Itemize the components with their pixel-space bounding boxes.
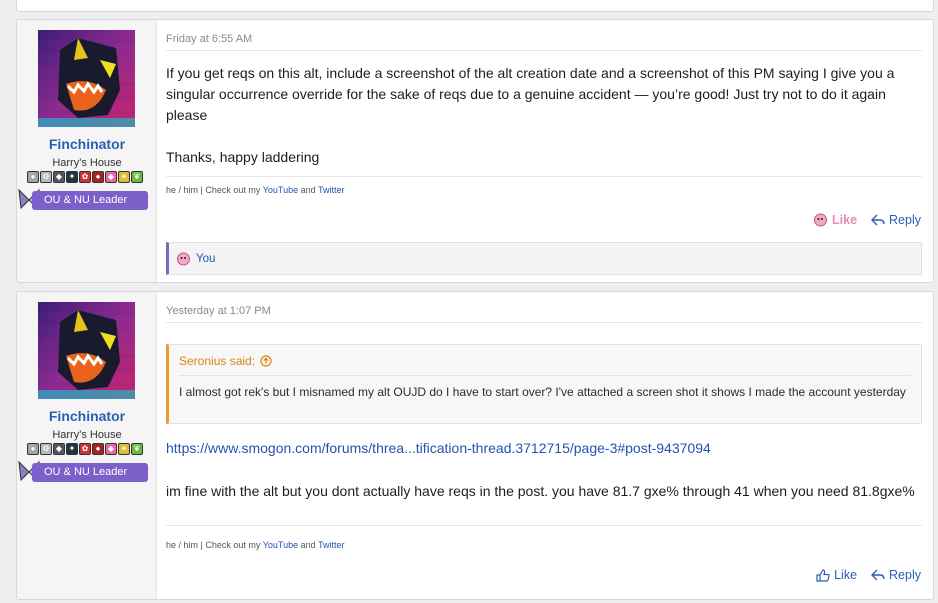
post-actions: Like Reply xyxy=(816,568,921,582)
quote-text: I almost got rek's but I misnamed my alt… xyxy=(179,385,906,399)
gear-icon: ⚙ xyxy=(40,443,52,455)
pokeball-icon: ● xyxy=(27,443,39,455)
username[interactable]: Finchinator xyxy=(17,136,157,152)
reply-arrow-icon xyxy=(871,569,885,581)
username[interactable]: Finchinator xyxy=(17,408,157,424)
signature-divider xyxy=(166,525,922,526)
avatar[interactable] xyxy=(38,30,135,127)
leaf-icon: ❦ xyxy=(131,171,143,183)
signature-text: he / him | Check out my xyxy=(166,185,263,195)
quote-author: Seronius said: xyxy=(179,354,256,368)
message-content: Yesterday at 1:07 PM Seronius said: I al… xyxy=(157,292,933,599)
sun-icon: ☀ xyxy=(118,443,130,455)
post: Finchinator Harry's House ● ⚙ ◆ ✦ ✿ ● ◆ … xyxy=(16,19,934,283)
thumbs-up-icon xyxy=(816,568,830,582)
bug-icon: ● xyxy=(92,171,104,183)
previous-post-edge xyxy=(16,0,934,12)
mask-icon: ◆ xyxy=(53,171,65,183)
avatar[interactable] xyxy=(38,302,135,399)
bug-icon: ● xyxy=(92,443,104,455)
user-info: Finchinator Harry's House ● ⚙ ◆ ✦ ✿ ● ◆ … xyxy=(17,292,157,599)
youtube-link[interactable]: YouTube xyxy=(263,540,298,550)
user-banner: OU & NU Leader xyxy=(32,463,148,482)
message-content: Friday at 6:55 AM If you get reqs on thi… xyxy=(157,20,933,282)
arrow-up-circle-icon xyxy=(260,355,272,367)
badge-row: ● ⚙ ◆ ✦ ✿ ● ◆ ☀ ❦ xyxy=(27,443,143,457)
signature-text: he / him | Check out my xyxy=(166,540,263,550)
twitter-link[interactable]: Twitter xyxy=(318,185,345,195)
gem-icon: ◆ xyxy=(105,443,117,455)
gear-icon: ⚙ xyxy=(40,171,52,183)
sun-icon: ☀ xyxy=(118,171,130,183)
signature-text: and xyxy=(298,185,318,195)
signature: he / him | Check out my YouTube and Twit… xyxy=(166,185,344,195)
post-date[interactable]: Yesterday at 1:07 PM xyxy=(166,305,271,317)
rose-icon: ✿ xyxy=(79,443,91,455)
sprite-icon: ✦ xyxy=(66,443,78,455)
like-label: Like xyxy=(832,213,858,227)
post-body-paragraph: If you get reqs on this alt, include a s… xyxy=(166,65,895,123)
quote-block: Seronius said: I almost got rek's but I … xyxy=(166,344,922,424)
rose-icon: ✿ xyxy=(79,171,91,183)
reactions-bar[interactable]: You xyxy=(166,242,922,275)
user-title: Harry's House xyxy=(52,429,122,441)
user-info: Finchinator Harry's House ● ⚙ ◆ ✦ ✿ ● ◆ … xyxy=(17,20,157,282)
like-button[interactable]: Like xyxy=(813,213,857,227)
like-button[interactable]: Like xyxy=(816,568,857,582)
reply-button[interactable]: Reply xyxy=(871,568,921,582)
leaf-icon: ❦ xyxy=(131,443,143,455)
twitter-link[interactable]: Twitter xyxy=(318,540,345,550)
kirby-reaction-icon xyxy=(177,252,190,265)
post-body-paragraph: im fine with the alt but you dont actual… xyxy=(166,483,915,499)
reply-arrow-icon xyxy=(871,214,885,226)
reply-label: Reply xyxy=(889,568,921,582)
reply-button[interactable]: Reply xyxy=(871,213,921,227)
youtube-link[interactable]: YouTube xyxy=(263,185,298,195)
user-title: Harry's House xyxy=(52,157,122,169)
kirby-like-icon xyxy=(814,213,828,227)
post-date[interactable]: Friday at 6:55 AM xyxy=(166,33,252,45)
quote-author-link[interactable]: Seronius said: xyxy=(179,354,272,368)
reaction-user[interactable]: You xyxy=(196,253,215,265)
user-banner: OU & NU Leader xyxy=(32,191,148,210)
divider xyxy=(166,50,922,51)
post-actions: Like Reply xyxy=(813,213,921,227)
like-label: Like xyxy=(834,568,858,582)
gem-icon: ◆ xyxy=(105,171,117,183)
divider xyxy=(179,375,911,376)
post-body-paragraph: Thanks, happy laddering xyxy=(166,149,320,165)
signature-text: and xyxy=(298,540,318,550)
signature-divider xyxy=(166,176,922,177)
post-link[interactable]: https://www.smogon.com/forums/threa...ti… xyxy=(166,438,915,459)
mask-icon: ◆ xyxy=(53,443,65,455)
signature: he / him | Check out my YouTube and Twit… xyxy=(166,540,344,550)
pokeball-icon: ● xyxy=(27,171,39,183)
reply-label: Reply xyxy=(889,213,921,227)
post: Finchinator Harry's House ● ⚙ ◆ ✦ ✿ ● ◆ … xyxy=(16,291,934,600)
badge-row: ● ⚙ ◆ ✦ ✿ ● ◆ ☀ ❦ xyxy=(27,171,143,185)
divider xyxy=(166,322,922,323)
sprite-icon: ✦ xyxy=(66,171,78,183)
